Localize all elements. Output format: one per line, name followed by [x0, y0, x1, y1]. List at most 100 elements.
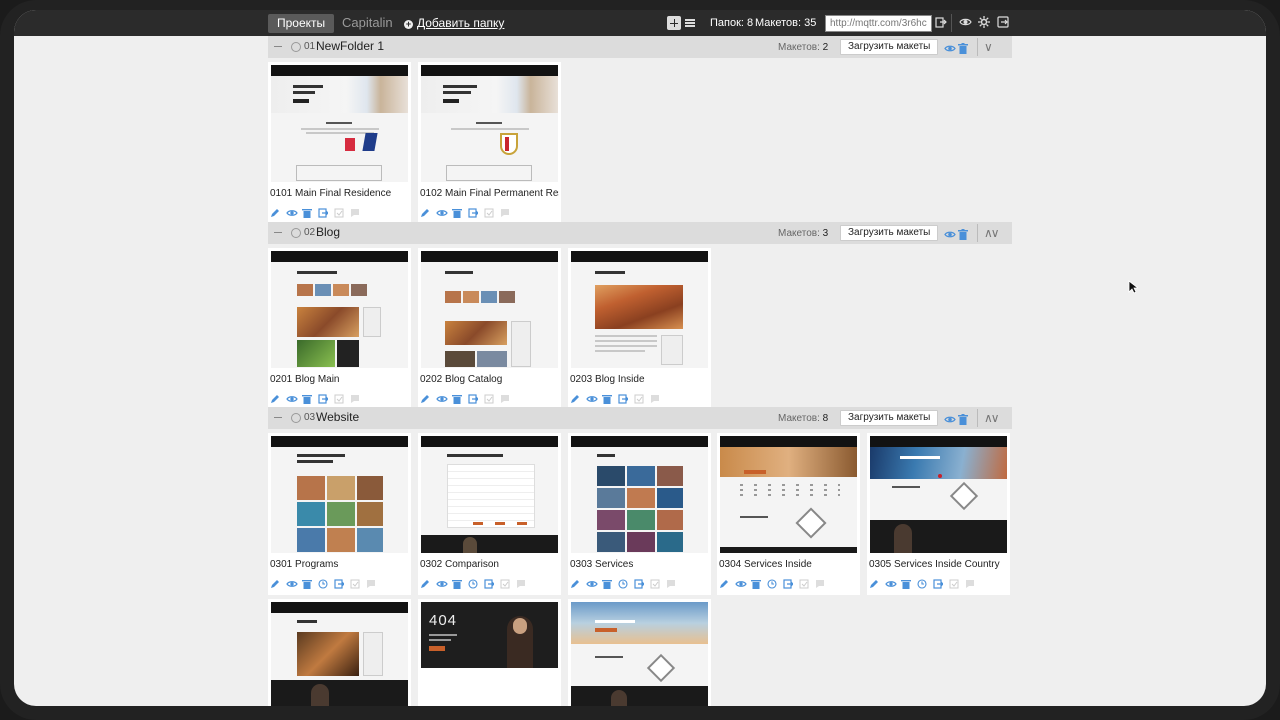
layout-title[interactable]: 0303 Services — [570, 559, 709, 570]
tab-project-capitalin[interactable]: Capitalin — [342, 10, 393, 36]
layout-thumbnail[interactable] — [571, 602, 708, 706]
pencil-icon[interactable] — [570, 391, 581, 403]
pencil-icon[interactable] — [420, 576, 431, 588]
comment-icon[interactable] — [500, 391, 511, 403]
pencil-icon[interactable] — [270, 576, 281, 588]
eye-icon[interactable] — [436, 391, 448, 402]
layout-card[interactable]: 0201 Blog Main — [268, 248, 411, 410]
layout-thumbnail[interactable] — [421, 436, 558, 553]
export-icon[interactable] — [468, 391, 479, 404]
layout-card[interactable]: 0203 Blog Inside — [568, 248, 711, 410]
folder-name[interactable]: Website — [316, 410, 359, 424]
layout-thumbnail[interactable] — [271, 436, 408, 553]
pencil-icon[interactable] — [570, 576, 581, 588]
layout-thumbnail[interactable] — [571, 436, 708, 553]
select-circle-icon[interactable] — [291, 228, 301, 238]
eye-icon[interactable] — [586, 576, 598, 587]
layout-thumbnail[interactable] — [271, 602, 408, 706]
trash-icon[interactable] — [302, 391, 313, 404]
check-icon[interactable] — [334, 391, 345, 404]
export-icon[interactable] — [634, 576, 645, 589]
export-icon[interactable] — [318, 205, 329, 218]
layout-title[interactable]: 0102 Main Final Permanent Resid — [420, 188, 559, 199]
comment-icon[interactable] — [666, 576, 677, 588]
move-arrows-icon[interactable]: ∧∨ — [984, 409, 1008, 427]
layout-card[interactable]: 0305 Services Inside Country — [867, 433, 1010, 595]
eye-icon[interactable] — [958, 16, 972, 30]
trash-icon[interactable] — [751, 576, 762, 589]
trash-icon[interactable] — [452, 576, 463, 589]
collapse-icon[interactable] — [274, 46, 282, 47]
check-icon[interactable] — [484, 391, 495, 404]
layout-card[interactable]: 0102 Main Final Permanent Resid — [418, 62, 561, 224]
pencil-icon[interactable] — [869, 576, 880, 588]
trash-icon[interactable] — [302, 205, 313, 218]
check-icon[interactable] — [350, 576, 361, 589]
pencil-icon[interactable] — [719, 576, 730, 588]
tab-projects[interactable]: Проекты — [268, 14, 335, 33]
collapse-icon[interactable] — [274, 417, 282, 418]
layout-card[interactable] — [568, 599, 711, 706]
gear-icon[interactable] — [977, 16, 991, 30]
export-icon[interactable] — [618, 391, 629, 404]
upload-layouts-button[interactable]: Загрузить макеты — [840, 39, 939, 55]
layout-card[interactable]: 0304 Services Inside — [717, 433, 860, 595]
logout-icon[interactable] — [996, 16, 1010, 30]
history-icon[interactable] — [618, 576, 629, 589]
layout-thumbnail[interactable] — [271, 65, 408, 182]
export-icon[interactable] — [318, 391, 329, 404]
share-url-field[interactable] — [825, 15, 932, 32]
comment-icon[interactable] — [500, 205, 511, 217]
folder-name[interactable]: Blog — [316, 225, 340, 239]
move-arrows-icon[interactable]: ∧∨ — [984, 224, 1008, 242]
comment-icon[interactable] — [350, 391, 361, 403]
export-icon[interactable] — [933, 576, 944, 589]
layout-title[interactable]: 0202 Blog Catalog — [420, 374, 559, 385]
check-icon[interactable] — [799, 576, 810, 589]
trash-icon[interactable] — [901, 576, 912, 589]
layout-thumbnail[interactable]: 404 — [421, 602, 558, 668]
upload-layouts-button[interactable]: Загрузить макеты — [840, 410, 939, 426]
layout-card[interactable]: 0303 Services — [568, 433, 711, 595]
check-icon[interactable] — [484, 205, 495, 218]
export-icon[interactable] — [334, 576, 345, 589]
select-circle-icon[interactable] — [291, 42, 301, 52]
history-icon[interactable] — [917, 576, 928, 589]
folder-name[interactable]: NewFolder 1 — [316, 39, 384, 53]
layout-thumbnail[interactable] — [271, 251, 408, 368]
eye-icon[interactable] — [944, 412, 956, 423]
select-circle-icon[interactable] — [291, 413, 301, 423]
layout-thumbnail[interactable] — [421, 251, 558, 368]
eye-icon[interactable] — [436, 576, 448, 587]
trash-icon[interactable] — [958, 227, 969, 240]
layout-card[interactable] — [268, 599, 411, 706]
upload-layouts-button[interactable]: Загрузить макеты — [840, 225, 939, 241]
layout-title[interactable]: 0301 Programs — [270, 559, 409, 570]
check-icon[interactable] — [334, 205, 345, 218]
layout-card[interactable]: 0302 Comparison — [418, 433, 561, 595]
copy-link-icon[interactable] — [934, 16, 948, 30]
trash-icon[interactable] — [452, 391, 463, 404]
layout-title[interactable]: 0101 Main Final Residence — [270, 188, 409, 199]
check-icon[interactable] — [500, 576, 511, 589]
eye-icon[interactable] — [436, 205, 448, 216]
trash-icon[interactable] — [602, 391, 613, 404]
comment-icon[interactable] — [965, 576, 976, 588]
layout-thumbnail[interactable] — [870, 436, 1007, 553]
layout-thumbnail[interactable] — [571, 251, 708, 368]
comment-icon[interactable] — [366, 576, 377, 588]
check-icon[interactable] — [949, 576, 960, 589]
comment-icon[interactable] — [650, 391, 661, 403]
layout-thumbnail[interactable] — [720, 436, 857, 553]
pencil-icon[interactable] — [270, 205, 281, 217]
pencil-icon[interactable] — [420, 205, 431, 217]
eye-icon[interactable] — [286, 576, 298, 587]
add-folder-link[interactable]: + Добавить папку — [404, 10, 504, 36]
list-view-button[interactable] — [683, 16, 697, 30]
layout-thumbnail[interactable] — [421, 65, 558, 182]
export-icon[interactable] — [468, 205, 479, 218]
grid-view-button[interactable] — [667, 16, 681, 30]
eye-icon[interactable] — [885, 576, 897, 587]
layout-title[interactable]: 0302 Comparison — [420, 559, 559, 570]
trash-icon[interactable] — [602, 576, 613, 589]
